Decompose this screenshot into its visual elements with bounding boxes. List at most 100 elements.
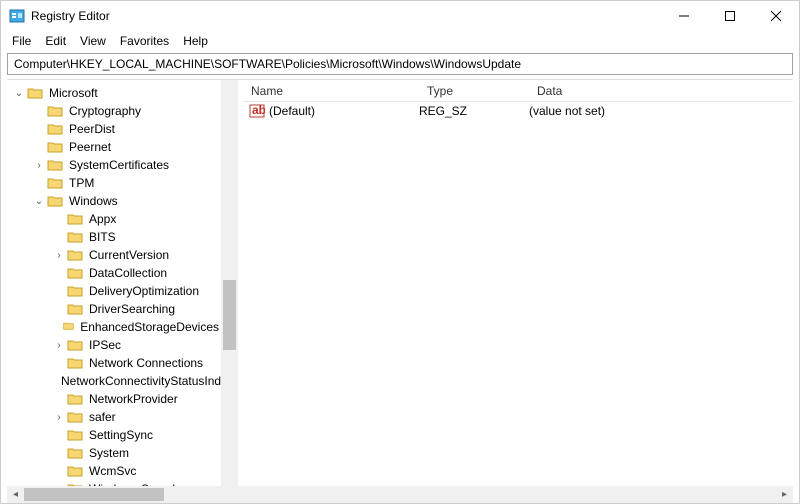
- folder-icon: [47, 194, 63, 208]
- folder-icon: [47, 158, 63, 172]
- tree-item[interactable]: › IPSec: [7, 336, 221, 354]
- column-header-name[interactable]: Name: [243, 84, 419, 98]
- column-header-type[interactable]: Type: [419, 84, 529, 98]
- tree-item[interactable]: › SystemCertificates: [7, 156, 221, 174]
- tree-item-label: EnhancedStorageDevices: [78, 320, 221, 334]
- tree-item-label: NetworkConnectivityStatusIndicator: [59, 374, 221, 388]
- tree-item[interactable]: › CurrentVersion: [7, 246, 221, 264]
- folder-icon: [67, 464, 83, 478]
- tree-item-label: safer: [87, 410, 118, 424]
- cell-type: REG_SZ: [419, 104, 529, 118]
- tree-item[interactable]: ⌄ Microsoft: [7, 84, 221, 102]
- folder-icon: [67, 230, 83, 244]
- folder-icon: [67, 212, 83, 226]
- menu-file[interactable]: File: [5, 32, 38, 50]
- column-header-data[interactable]: Data: [529, 84, 793, 98]
- tree-item-label: IPSec: [87, 338, 123, 352]
- tree-item-label: Network Connections: [87, 356, 205, 370]
- tree-item[interactable]: ⌄ Windows: [7, 192, 221, 210]
- menu-edit[interactable]: Edit: [38, 32, 73, 50]
- folder-icon: [67, 248, 83, 262]
- close-button[interactable]: [753, 1, 799, 31]
- tree-item-label: BITS: [87, 230, 118, 244]
- tree-item[interactable]: DriverSearching: [7, 300, 221, 318]
- tree-item[interactable]: System: [7, 444, 221, 462]
- value-name: (Default): [269, 104, 315, 118]
- folder-icon: [47, 176, 63, 190]
- horizontal-scrollbar[interactable]: ◂ ▸: [7, 486, 793, 503]
- maximize-button[interactable]: [707, 1, 753, 31]
- tree-item[interactable]: Network Connections: [7, 354, 221, 372]
- tree-item[interactable]: NetworkConnectivityStatusIndicator: [7, 372, 221, 390]
- svg-text:ab: ab: [252, 103, 265, 117]
- tree-item[interactable]: EnhancedStorageDevices: [7, 318, 221, 336]
- scroll-left-button[interactable]: ◂: [7, 486, 24, 503]
- folder-icon: [67, 338, 83, 352]
- address-bar[interactable]: Computer\HKEY_LOCAL_MACHINE\SOFTWARE\Pol…: [7, 53, 793, 75]
- list-row[interactable]: ab (Default) REG_SZ (value not set): [243, 102, 793, 120]
- tree-item-label: Appx: [87, 212, 118, 226]
- tree-item[interactable]: PeerDist: [7, 120, 221, 138]
- tree-item[interactable]: TPM: [7, 174, 221, 192]
- minimize-button[interactable]: [661, 1, 707, 31]
- hscroll-thumb[interactable]: [24, 488, 164, 501]
- tree-item-label: Cryptography: [67, 104, 143, 118]
- cell-data: (value not set): [529, 104, 793, 118]
- menu-view[interactable]: View: [73, 32, 113, 50]
- tree-item[interactable]: › safer: [7, 408, 221, 426]
- folder-icon: [47, 140, 63, 154]
- tree-item[interactable]: WcmSvc: [7, 462, 221, 480]
- tree-view[interactable]: ⌄ Microsoft Cryptography PeerDist Peernet › Sy…: [7, 80, 221, 490]
- window-title: Registry Editor: [31, 9, 661, 23]
- tree-item-label: Windows: [67, 194, 120, 208]
- string-value-icon: ab: [249, 103, 265, 119]
- folder-icon: [67, 392, 83, 406]
- list-pane: Name Type Data ab (Default) REG_SZ (valu…: [243, 80, 793, 490]
- tree-item-label: DriverSearching: [87, 302, 177, 316]
- cell-name: ab (Default): [243, 103, 419, 119]
- tree-item-label: PeerDist: [67, 122, 117, 136]
- tree-item-label: Microsoft: [47, 86, 100, 100]
- tree-item-label: WcmSvc: [87, 464, 138, 478]
- tree-item[interactable]: DataCollection: [7, 264, 221, 282]
- tree-pane: ⌄ Microsoft Cryptography PeerDist Peernet › Sy…: [7, 80, 239, 490]
- folder-icon: [67, 284, 83, 298]
- folder-icon: [67, 428, 83, 442]
- titlebar: Registry Editor: [1, 1, 799, 31]
- expander-closed-icon[interactable]: ›: [33, 160, 45, 171]
- folder-icon: [67, 302, 83, 316]
- tree-item[interactable]: Appx: [7, 210, 221, 228]
- tree-item-label: SettingSync: [87, 428, 155, 442]
- folder-icon: [67, 410, 83, 424]
- tree-item[interactable]: DeliveryOptimization: [7, 282, 221, 300]
- folder-icon: [67, 446, 83, 460]
- menu-help[interactable]: Help: [176, 32, 215, 50]
- tree-item-label: SystemCertificates: [67, 158, 171, 172]
- panes: ⌄ Microsoft Cryptography PeerDist Peernet › Sy…: [7, 79, 793, 490]
- expander-open-icon[interactable]: ⌄: [33, 196, 45, 207]
- folder-icon: [47, 104, 63, 118]
- list-header: Name Type Data: [243, 80, 793, 102]
- expander-closed-icon[interactable]: ›: [53, 250, 65, 261]
- folder-icon: [27, 86, 43, 100]
- scroll-right-button[interactable]: ▸: [776, 486, 793, 503]
- tree-item-label: DeliveryOptimization: [87, 284, 201, 298]
- folder-icon: [47, 122, 63, 136]
- tree-item-label: CurrentVersion: [87, 248, 171, 262]
- vertical-scrollbar[interactable]: [221, 80, 238, 490]
- tree-item[interactable]: BITS: [7, 228, 221, 246]
- tree-item-label: System: [87, 446, 131, 460]
- expander-open-icon[interactable]: ⌄: [13, 88, 25, 99]
- tree-item[interactable]: NetworkProvider: [7, 390, 221, 408]
- tree-item-label: Peernet: [67, 140, 113, 154]
- folder-icon: [67, 266, 83, 280]
- scrollbar-thumb[interactable]: [223, 280, 236, 350]
- menu-favorites[interactable]: Favorites: [113, 32, 176, 50]
- expander-closed-icon[interactable]: ›: [53, 340, 65, 351]
- hscroll-track[interactable]: [24, 486, 776, 503]
- tree-item[interactable]: SettingSync: [7, 426, 221, 444]
- tree-item[interactable]: Cryptography: [7, 102, 221, 120]
- tree-item-label: NetworkProvider: [87, 392, 180, 406]
- tree-item[interactable]: Peernet: [7, 138, 221, 156]
- expander-closed-icon[interactable]: ›: [53, 412, 65, 423]
